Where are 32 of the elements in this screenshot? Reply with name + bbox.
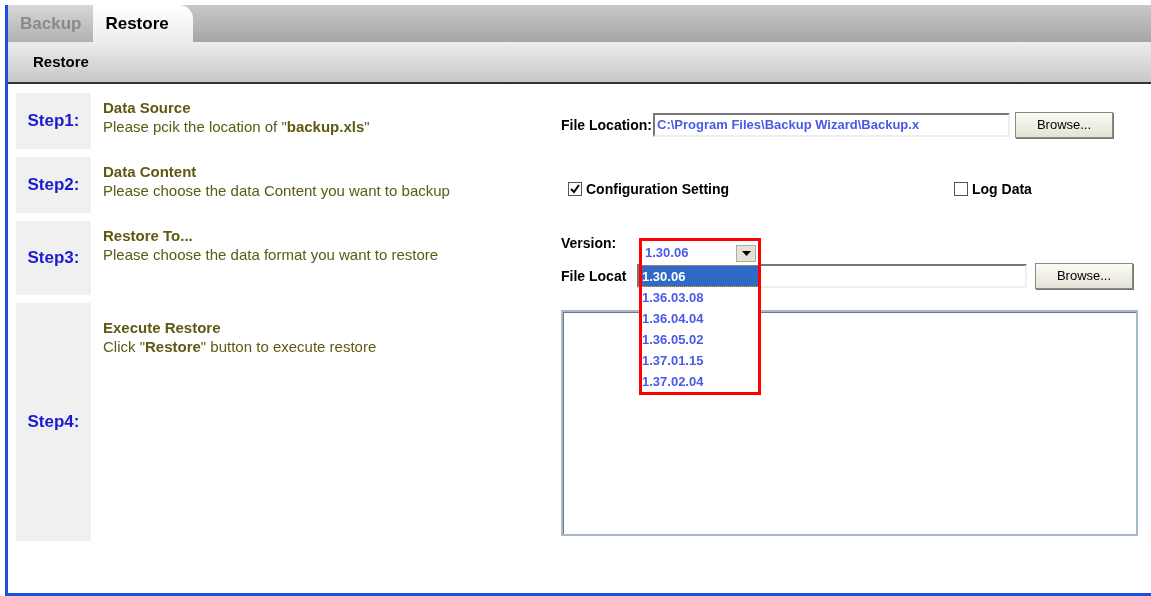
check-icon: [570, 184, 580, 194]
checkbox-label: Configuration Setting: [586, 179, 730, 199]
step-label: Step4:: [27, 411, 80, 434]
step-label: Step3:: [27, 247, 80, 270]
step-label: Step2:: [27, 174, 80, 197]
step-description: Please pcik the location of "backup.xls": [103, 117, 371, 137]
version-option[interactable]: 1.36.04.04: [642, 308, 758, 329]
checkbox-label: Log Data: [972, 179, 1032, 199]
toolbar-title: Restore: [33, 51, 89, 72]
step-description: Please choose the data Content you want to backup: [103, 181, 451, 201]
checkbox[interactable]: [954, 182, 968, 196]
field-label: Version:: [561, 233, 618, 253]
version-option[interactable]: 1.37.01.15: [642, 350, 758, 371]
field-label: File Location:: [561, 115, 652, 135]
version-option[interactable]: 1.36.03.08: [642, 287, 758, 308]
browse-button[interactable]: Browse...: [1035, 263, 1133, 289]
step-title: Execute Restore: [103, 319, 222, 337]
field-label: File Locat: [561, 266, 628, 286]
file-location-field[interactable]: C:\Program Files\Backup Wizard\Backup.x: [653, 113, 1010, 137]
step-title: Data Content: [103, 163, 198, 181]
version-option[interactable]: 1.37.02.04: [642, 371, 758, 392]
version-option[interactable]: 1.30.06: [642, 266, 758, 287]
tab[interactable]: Restore: [93, 5, 193, 42]
step-description: Please choose the data format you want to restore: [103, 245, 440, 265]
step-title: Data Source: [103, 99, 192, 117]
checkbox[interactable]: [568, 182, 582, 196]
version-option[interactable]: 1.36.05.02: [642, 329, 758, 350]
version-select[interactable]: 1.30.06: [642, 241, 758, 265]
step-description: Click "Restore" button to execute restore: [103, 337, 378, 357]
browse-button[interactable]: Browse...: [1015, 112, 1113, 138]
step-title: Restore To...: [103, 227, 194, 245]
step-label: Step1:: [27, 110, 80, 133]
